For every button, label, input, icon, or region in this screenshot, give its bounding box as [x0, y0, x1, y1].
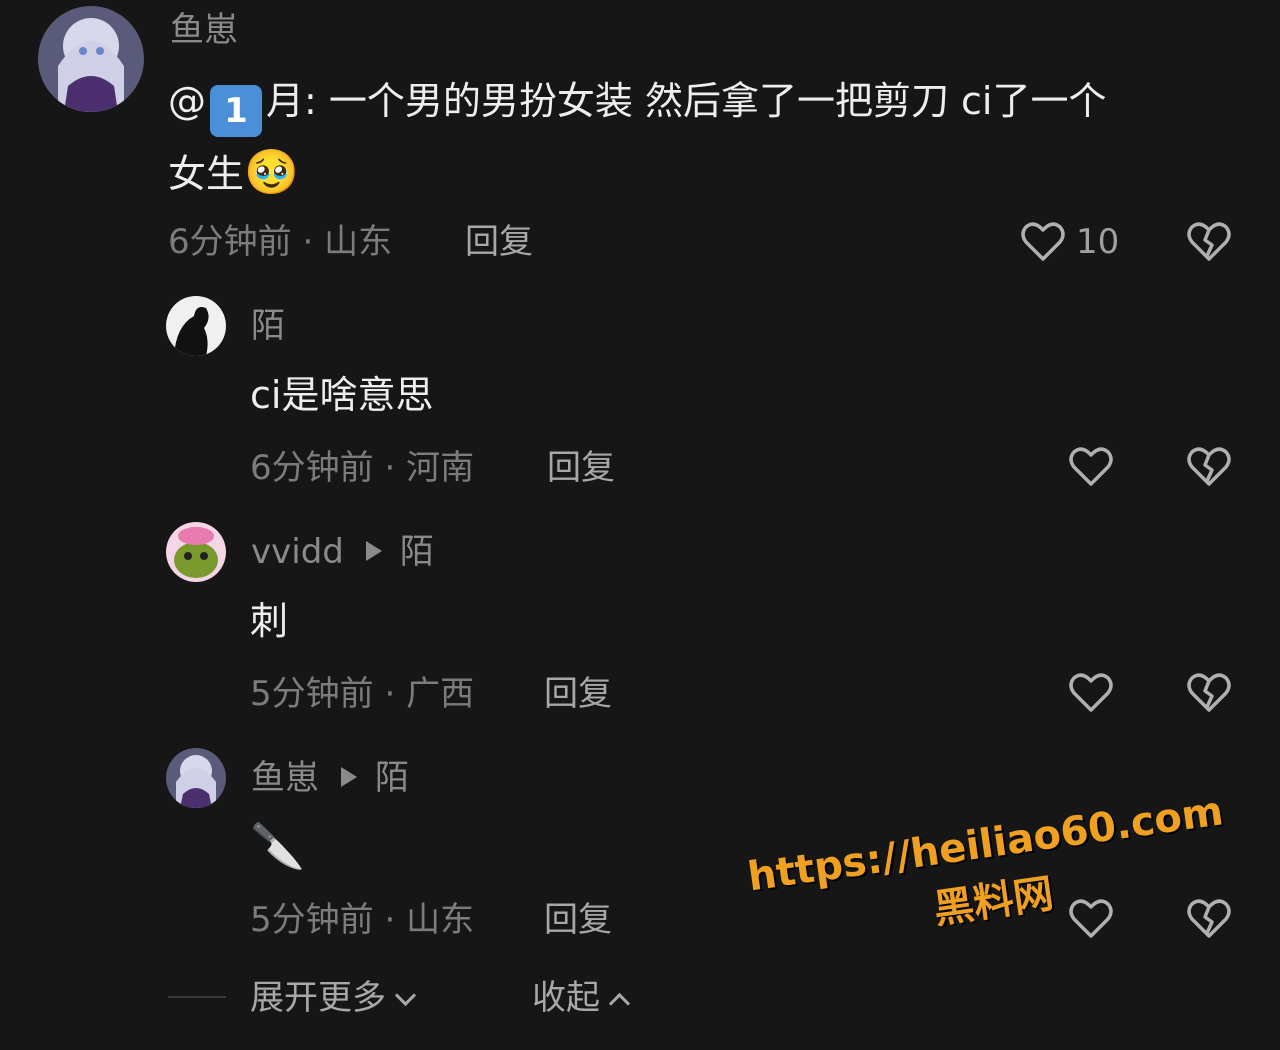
- chevron-down-icon: [394, 984, 417, 1007]
- comment-text-line2: 女生🥹: [168, 138, 299, 209]
- avatar-silhouette-icon: [166, 296, 226, 356]
- avatar-anime-icon: [38, 6, 144, 112]
- meta-separator: ·: [373, 674, 407, 714]
- chevron-up-icon: [608, 992, 631, 1015]
- comment-meta: 6分钟前 · 山东: [168, 222, 392, 262]
- crying-emoji-icon: 🥹: [244, 147, 299, 198]
- reply-1-reply-button[interactable]: 回复: [547, 448, 615, 488]
- avatar-anime-icon: [166, 748, 226, 808]
- avatar-reply-1[interactable]: [166, 296, 226, 356]
- reply-1-meta: 6分钟前 · 河南: [250, 448, 474, 488]
- avatar-reply-2[interactable]: [166, 522, 226, 582]
- reply-2-dislike-button[interactable]: [1184, 667, 1234, 717]
- meta-separator: ·: [373, 900, 407, 940]
- meta-separator: ·: [291, 222, 325, 262]
- comment-location: 山东: [324, 222, 393, 262]
- reply-2-reply-button[interactable]: 回复: [544, 674, 612, 714]
- like-count: 10: [1076, 222, 1120, 262]
- broken-heart-icon: [1187, 447, 1231, 486]
- collapse-button[interactable]: 收起: [532, 978, 631, 1018]
- reply-3-author-line: 鱼崽 陌: [251, 758, 409, 798]
- reply-1-like-button[interactable]: [1066, 441, 1116, 491]
- reply-2-like-button[interactable]: [1066, 667, 1116, 717]
- heart-outline-icon: [1069, 673, 1113, 712]
- collapse-label: 收起: [532, 978, 600, 1018]
- reply-2-author-line: vvidd 陌: [251, 532, 434, 572]
- comment-text-second: 女生: [168, 152, 245, 196]
- reply-2-location: 广西: [406, 674, 475, 714]
- mention-at[interactable]: @: [168, 79, 206, 123]
- comment-time: 6分钟前: [168, 222, 292, 262]
- avatar-green-character-icon: [166, 522, 226, 582]
- reply-3-location: 山东: [406, 900, 475, 940]
- reply-2-time: 5分钟前: [250, 674, 374, 714]
- heart-outline-icon: [1069, 447, 1113, 486]
- meta-separator: ·: [373, 448, 407, 488]
- reply-arrow-icon: [341, 766, 357, 787]
- reply-3-reply-to[interactable]: 陌: [375, 758, 409, 798]
- like-button[interactable]: [1018, 216, 1068, 266]
- reply-2-reply-to[interactable]: 陌: [400, 532, 434, 572]
- reply-1-author[interactable]: 陌: [251, 306, 285, 346]
- comment-author[interactable]: 鱼崽: [170, 10, 238, 50]
- knife-icon: 🔪: [250, 821, 305, 872]
- reply-3-dislike-button[interactable]: [1184, 893, 1234, 943]
- expand-more-button[interactable]: 展开更多: [250, 978, 417, 1018]
- expand-more-label: 展开更多: [250, 978, 386, 1018]
- reply-1-dislike-button[interactable]: [1184, 441, 1234, 491]
- divider-line: [168, 996, 226, 998]
- reply-2-meta: 5分钟前 · 广西: [250, 674, 474, 714]
- dislike-button[interactable]: [1184, 216, 1234, 266]
- broken-heart-icon: [1187, 899, 1231, 938]
- reply-1-time: 6分钟前: [250, 448, 374, 488]
- reply-3-meta: 5分钟前 · 山东: [250, 900, 474, 940]
- broken-heart-icon: [1187, 673, 1231, 712]
- reply-button[interactable]: 回复: [465, 222, 533, 262]
- reply-3-author[interactable]: 鱼崽: [251, 758, 319, 798]
- reply-1-text: ci是啥意思: [250, 373, 434, 417]
- reply-2-text: 刺: [250, 599, 289, 643]
- comment-text-line1: @1 月: 一个男的男扮女装 然后拿了一把剪刀 ci了一个: [168, 66, 1107, 137]
- comment-text-first: 月: 一个男的男扮女装 然后拿了一把剪刀 ci了一个: [266, 79, 1107, 123]
- avatar-reply-3[interactable]: [166, 748, 226, 808]
- reply-3-reply-button[interactable]: 回复: [544, 900, 612, 940]
- heart-outline-icon: [1021, 222, 1065, 261]
- watermark: https://heiliao60.com 黑料网: [745, 788, 1234, 960]
- reply-1-location: 河南: [406, 448, 475, 488]
- mention-badge-one[interactable]: 1: [210, 85, 262, 137]
- reply-arrow-icon: [365, 540, 382, 561]
- reply-3-time: 5分钟前: [250, 900, 374, 940]
- broken-heart-icon: [1187, 222, 1231, 261]
- avatar-main-comment[interactable]: [38, 6, 144, 112]
- reply-2-author[interactable]: vvidd: [251, 532, 344, 572]
